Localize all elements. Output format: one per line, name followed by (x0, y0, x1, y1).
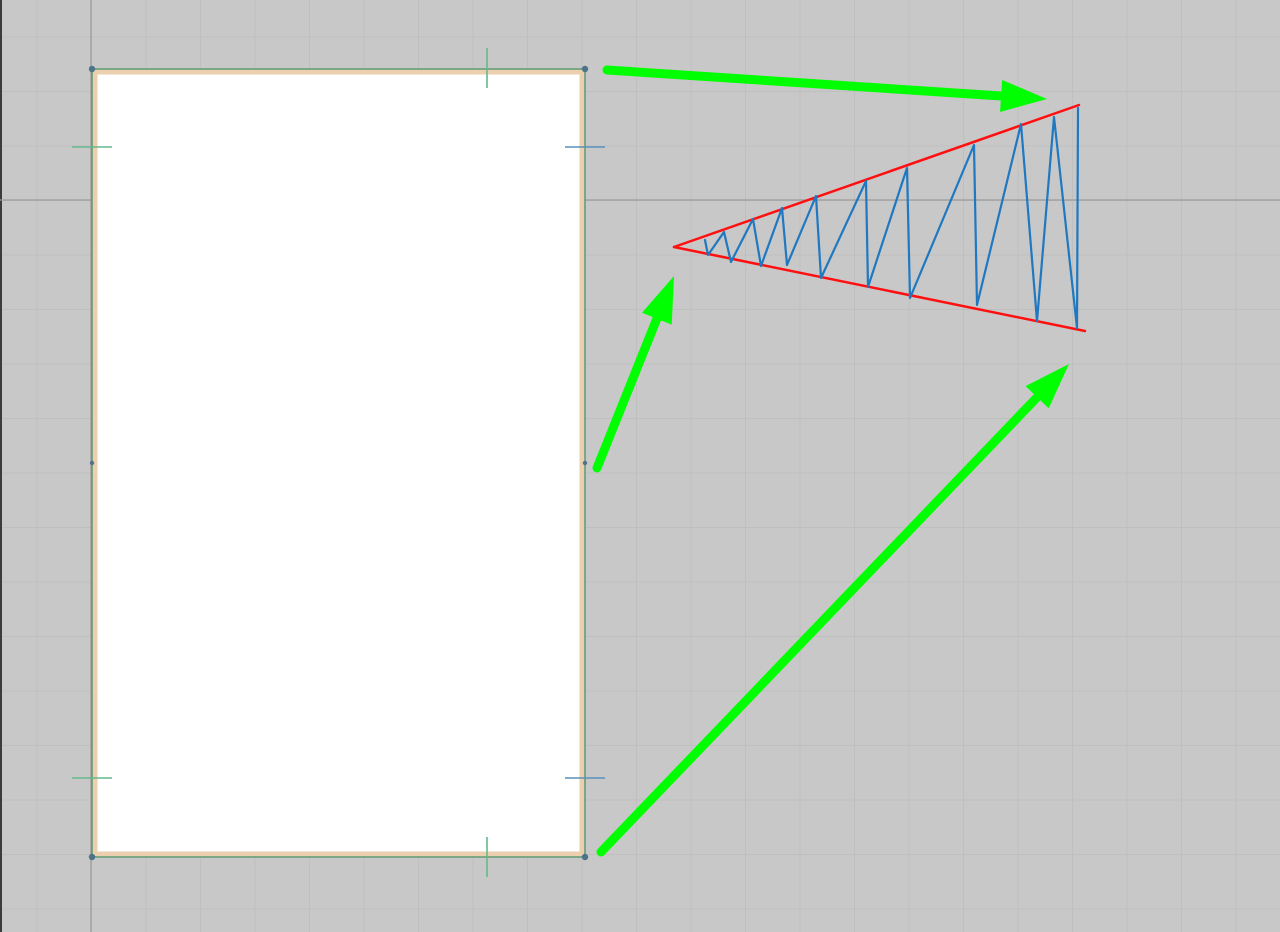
anchor-handle-icon[interactable] (88, 853, 96, 861)
panel-body[interactable] (92, 69, 585, 857)
anchor-handle-icon[interactable] (582, 460, 588, 466)
editor-canvas[interactable] (0, 0, 1280, 932)
anchor-handle-icon[interactable] (89, 460, 95, 466)
panel-shape[interactable] (91, 68, 586, 858)
canvas-svg (0, 0, 1280, 932)
anchor-handle-icon[interactable] (581, 65, 589, 73)
anchor-handle-icon[interactable] (581, 853, 589, 861)
anchor-handle-icon[interactable] (88, 65, 96, 73)
